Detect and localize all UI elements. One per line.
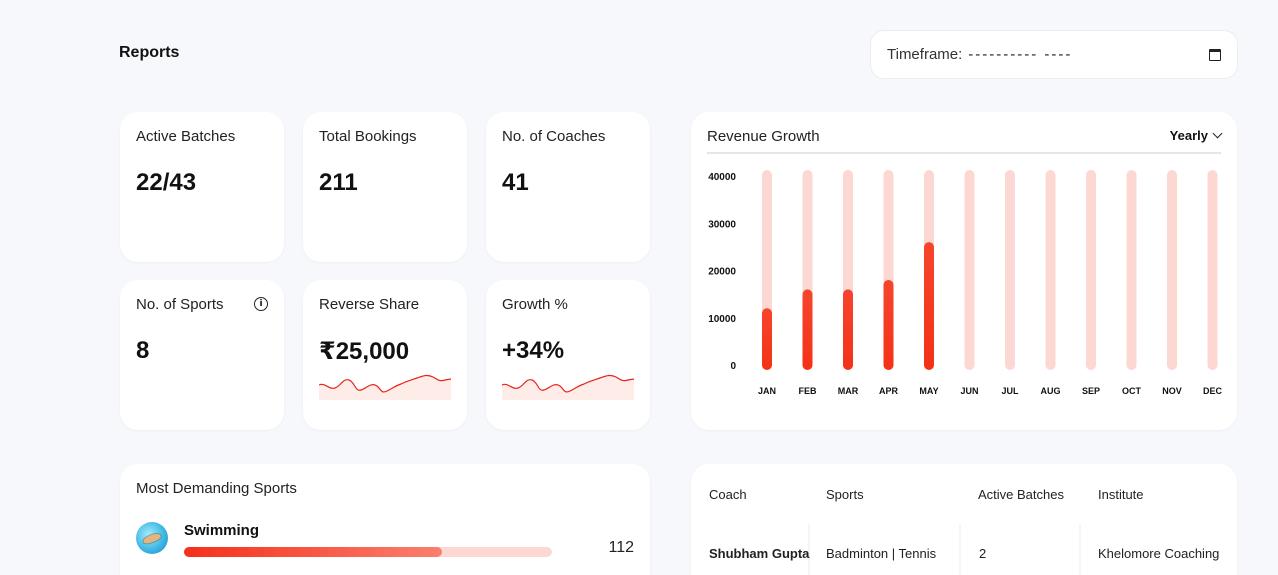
stat-value: 211 (319, 169, 358, 196)
stat-label: Active Batches (136, 128, 236, 145)
sparkline-icon (319, 374, 451, 400)
x-tick-label: AUG (1041, 386, 1061, 396)
y-tick-label: 10000 (708, 314, 736, 325)
stat-label: Reverse Share (319, 296, 420, 313)
y-tick-label: 40000 (708, 172, 736, 183)
bar-track (1167, 170, 1177, 370)
stat-card-coaches: No. of Coaches 41 (486, 112, 650, 262)
x-tick-label: NOV (1162, 386, 1182, 396)
column-header-sports: Sports (826, 487, 864, 502)
table-row[interactable]: Shubham Gupta Badminton | Tennis 2 Khelo… (691, 524, 1237, 575)
section-title: Most Demanding Sports (136, 480, 297, 497)
revenue-chart: 40000 30000 20000 10000 0 JAN FEB MAR APR MAY JUN J… (708, 170, 1223, 396)
bar-track (1005, 170, 1015, 370)
column-header-coach: Coach (709, 487, 747, 502)
x-tick-label: JAN (758, 386, 776, 396)
stat-value: 41 (502, 169, 529, 196)
bar-track (1207, 170, 1218, 370)
swimming-icon (136, 522, 168, 554)
stat-label: No. of Coaches (502, 128, 606, 145)
sport-count: 112 (608, 539, 634, 556)
timeframe-value: ---------- ---- (968, 46, 1073, 63)
timeframe-label: Timeframe: (887, 46, 963, 63)
stat-label: Growth % (502, 296, 568, 313)
column-header-institute: Institute (1098, 487, 1144, 502)
x-tick-label: OCT (1122, 386, 1142, 396)
x-tick-label: DEC (1203, 386, 1223, 396)
stat-card-reverse-share: Reverse Share ₹25,000 (303, 280, 467, 430)
x-tick-label: MAR (838, 386, 859, 396)
y-tick-label: 0 (730, 361, 736, 372)
bar-jan[interactable] (762, 308, 772, 370)
stat-value: 8 (136, 337, 150, 364)
stat-label: No. of Sports (136, 296, 224, 313)
cell-sports: Badminton | Tennis (826, 546, 937, 561)
x-tick-label: SEP (1082, 386, 1100, 396)
bar-mar[interactable] (843, 289, 853, 370)
revenue-growth-card: Revenue Growth Yearly 40000 30000 20000 100… (691, 112, 1237, 430)
page-title: Reports (119, 44, 180, 61)
sport-progress-fill (184, 547, 442, 557)
x-tick-label: JUL (1001, 386, 1019, 396)
stat-card-active-batches: Active Batches 22/43 (120, 112, 284, 262)
stat-card-total-bookings: Total Bookings 211 (303, 112, 467, 262)
stat-value: ₹25,000 (319, 338, 410, 365)
x-tick-label: JUN (960, 386, 978, 396)
bar-track (1086, 170, 1096, 370)
column-header-active-batches: Active Batches (978, 487, 1064, 502)
table-header: Coach Sports Active Batches Institute (691, 464, 1237, 524)
bar-apr[interactable] (883, 279, 894, 370)
x-tick-label: APR (879, 386, 899, 396)
bar-feb[interactable] (802, 289, 813, 370)
bar-may[interactable] (924, 242, 934, 370)
bar-track (1045, 170, 1056, 370)
stat-label: Total Bookings (319, 128, 417, 145)
calendar-icon[interactable] (1209, 48, 1221, 61)
bar-track (964, 170, 975, 370)
cell-active-batches: 2 (979, 546, 987, 561)
bar-track (1126, 170, 1137, 370)
cell-institute: Khelomore Coaching (1098, 546, 1220, 561)
cell-coach: Shubham Gupta (709, 546, 810, 561)
stat-value: +34% (502, 337, 565, 364)
coaches-table: Coach Sports Active Batches Institute Sh… (691, 464, 1237, 575)
info-icon[interactable]: i (254, 297, 268, 311)
y-tick-label: 30000 (708, 219, 736, 230)
stat-value: 22/43 (136, 169, 197, 196)
y-tick-label: 20000 (708, 267, 736, 278)
most-demanding-sports-card: Most Demanding Sports Swimming 112 (120, 464, 650, 575)
x-tick-label: MAY (919, 386, 938, 396)
sparkline-icon (502, 374, 634, 400)
x-tick-label: FEB (799, 386, 818, 396)
sport-progress-track (184, 547, 552, 557)
sport-name: Swimming (184, 522, 260, 539)
timeframe-date-input[interactable]: Timeframe: ---------- ---- (870, 30, 1238, 79)
stat-card-sports: No. of Sports i 8 (120, 280, 284, 430)
stat-card-growth: Growth % +34% (486, 280, 650, 430)
